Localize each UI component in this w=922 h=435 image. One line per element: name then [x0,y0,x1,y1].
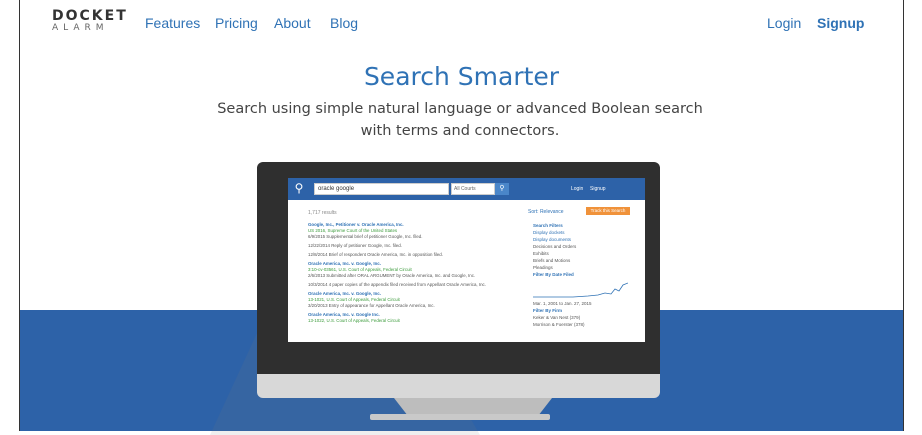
screen-date-histogram [533,282,629,298]
screen-result-item: Google, Inc., Petitioner v. Oracle Ameri… [308,222,503,240]
hero-subtitle-line2: with terms and connectors. [360,123,560,139]
screen-firm-option: Keker & Van Nest (379) [533,315,581,320]
screen-logo-icon: ⚲ [294,181,304,195]
screen-sort-select: Sort: Relevance [528,209,564,215]
screen-firm-option: Morrison & Foerster (378) [533,322,585,327]
screen-result-item: 12/8/2014 Brief of respondent Oracle Ame… [308,252,503,258]
screen-result-text: 6/9/2015 Supplemental brief of petitione… [308,234,423,239]
screen-result-text: 12/8/2014 Brief of respondent Oracle Ame… [308,252,443,257]
screen-firm-filter-heading: Filter By Firm [533,308,563,313]
screen-result-text: 2/6/2013 Submitted after ORAL ARGUMENT b… [308,273,476,278]
screen-result-item: Oracle America, Inc. v. Google, Inc. 3:1… [308,261,503,279]
screen-result-text: 12/22/2014 Reply of petitioner Google, I… [308,243,402,248]
screen-filter-option: Pleadings [533,265,553,270]
nav-features-link[interactable]: Features [145,15,200,31]
screen-filter-documents: Display documents [533,237,572,242]
screen-track-button: Track this Search [586,207,630,215]
docket-alarm-logo[interactable]: DOCKET ALARM [52,9,128,33]
nav-blog-link[interactable]: Blog [330,15,358,31]
screen-result-item: 12/22/2014 Reply of petitioner Google, I… [308,243,503,249]
logo-wordmark-top: DOCKET [52,8,128,24]
screen-header-bar: ⚲ oracle google All Courts ⚲ Login Signu… [288,178,645,200]
login-link[interactable]: Login [767,15,801,31]
nav-about-link[interactable]: About [274,15,311,31]
screen-result-text: 10/3/2014 4 paper copies of the appendix… [308,282,486,287]
screen-results-list: Google, Inc., Petitioner v. Oracle Ameri… [308,222,503,327]
screen-result-item: Oracle America, Inc. v. Google, Inc. 13-… [308,291,503,309]
screen-login-link: Login [571,186,584,192]
screen-date-range: Mar. 1, 2001 to Jan. 27, 2015 [533,301,592,306]
screen-result-item: 10/3/2014 4 paper copies of the appendix… [308,282,503,288]
screen-search-input: oracle google [314,183,449,195]
screen-search-icon: ⚲ [495,183,509,195]
screen-filter-option: Exhibits [533,251,549,256]
logo-wordmark-bottom: ALARM [52,23,109,33]
monitor-base [370,414,550,420]
screen-court-select: All Courts [451,183,495,195]
screen-filters-heading: Search Filters [533,223,563,228]
monitor-chin [257,374,660,398]
monitor-screen: ⚲ oracle google All Courts ⚲ Login Signu… [288,178,645,342]
top-nav: DOCKET ALARM Features Pricing About Blog… [20,0,903,44]
hero-title: Search Smarter [363,62,560,91]
screen-filter-option: Decisions and Orders [533,244,577,249]
hero-subtitle-line1: Search using simple natural language or … [217,101,703,117]
screen-result-court: 13-1022, U.S. Court of Appeals, Federal … [308,318,400,323]
screen-result-item: Oracle America, Inc. v. Google Inc. 13-1… [308,312,503,324]
screen-date-filter-heading: Filter By Date Filed [533,272,574,277]
nav-pricing-link[interactable]: Pricing [215,15,258,31]
screen-filters-panel: Search Filters Display dockets Display d… [533,222,638,328]
screen-filter-dockets: Display dockets [533,230,565,235]
signup-link[interactable]: Signup [817,15,864,31]
screen-signup-link: Signup [590,186,606,192]
hero-subtitle: Search using simple natural language or … [200,98,720,142]
screen-result-count: 1,717 results [308,210,337,216]
screen-result-text: 3/20/2013 Entry of appearance for Appell… [308,303,435,308]
screen-filter-option: Briefs and Motions [533,258,571,263]
